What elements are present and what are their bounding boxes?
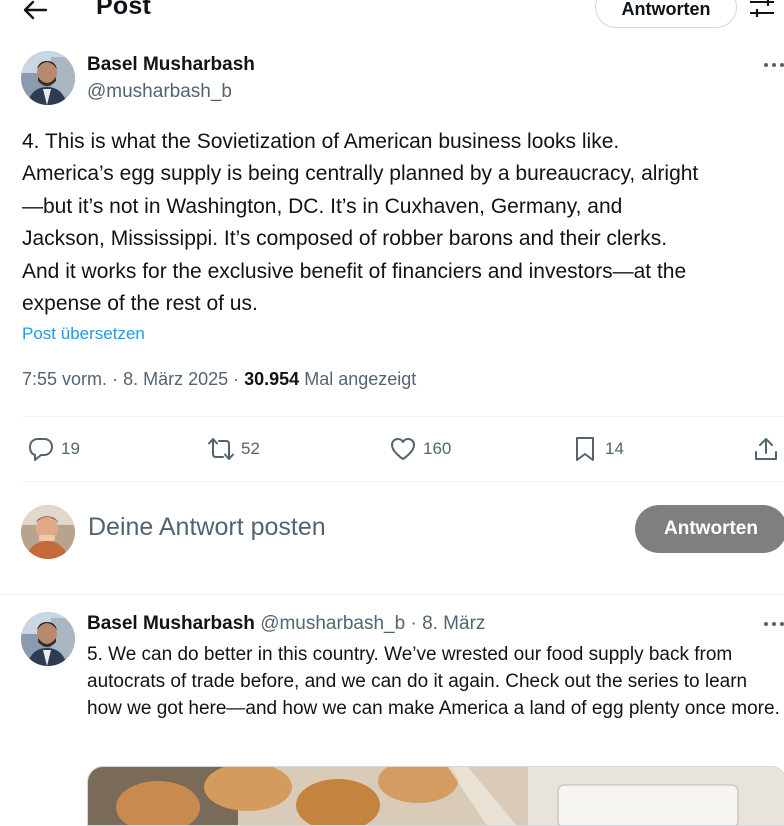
repost-icon — [208, 438, 234, 460]
post-time[interactable]: 7:55 vorm. — [22, 369, 107, 389]
more-dots-icon[interactable] — [762, 55, 784, 75]
repost-count: 52 — [241, 439, 260, 458]
share-icon — [755, 438, 777, 460]
repost-action[interactable]: 52 — [207, 434, 260, 464]
author-handle[interactable]: @musharbash_b — [87, 81, 232, 103]
settings-sliders-icon[interactable] — [748, 0, 778, 24]
bookmark-icon — [576, 437, 594, 461]
like-count: 160 — [423, 439, 452, 458]
reply-separator: · — [410, 613, 417, 634]
reply-media-image[interactable] — [87, 766, 784, 826]
meta-separator: · — [112, 369, 124, 389]
divider — [0, 594, 784, 595]
post-reply-button[interactable]: Antworten — [635, 505, 784, 553]
top-header: Post Antworten — [0, 0, 784, 36]
reply-count: 19 — [61, 439, 80, 458]
post-text: 4. This is what the Sovietization of Ame… — [22, 130, 699, 316]
bookmark-action[interactable]: 14 — [571, 434, 624, 464]
page-title: Post — [96, 0, 151, 20]
reply-author-name[interactable]: Basel Musharbash — [87, 613, 255, 634]
reply-header: Basel Musharbash @musharbash_b · 8. März — [87, 613, 485, 635]
header-reply-button[interactable]: Antworten — [595, 0, 737, 28]
reply-author-avatar[interactable] — [21, 612, 75, 666]
reply-text: 5. We can do better in this country. We’… — [87, 644, 780, 719]
bookmark-count: 14 — [605, 439, 624, 458]
reply-icon — [29, 438, 53, 461]
current-user-avatar — [21, 505, 75, 559]
back-arrow-icon[interactable] — [22, 0, 48, 22]
reply-author-handle[interactable]: @musharbash_b — [260, 613, 405, 634]
translate-link[interactable]: Post übersetzen — [22, 324, 145, 344]
post-meta: 7:55 vorm. · 8. März 2025 · 30.954 Mal a… — [22, 369, 416, 390]
author-avatar[interactable] — [21, 51, 75, 105]
reply-date[interactable]: 8. März — [422, 613, 485, 634]
share-action[interactable] — [752, 434, 784, 464]
divider — [22, 481, 784, 482]
divider — [22, 416, 784, 417]
views-label: Mal angezeigt — [304, 369, 417, 389]
views-count: 30.954 — [244, 369, 300, 389]
more-dots-icon[interactable] — [762, 614, 784, 634]
author-name[interactable]: Basel Musharbash — [87, 54, 255, 76]
like-action[interactable]: 160 — [389, 434, 451, 464]
meta-separator: · — [233, 369, 245, 389]
reply-input[interactable]: Deine Antwort posten — [88, 513, 326, 542]
like-heart-icon — [391, 438, 415, 460]
post-date[interactable]: 8. März 2025 — [123, 369, 228, 389]
reply-action[interactable]: 19 — [27, 434, 80, 464]
